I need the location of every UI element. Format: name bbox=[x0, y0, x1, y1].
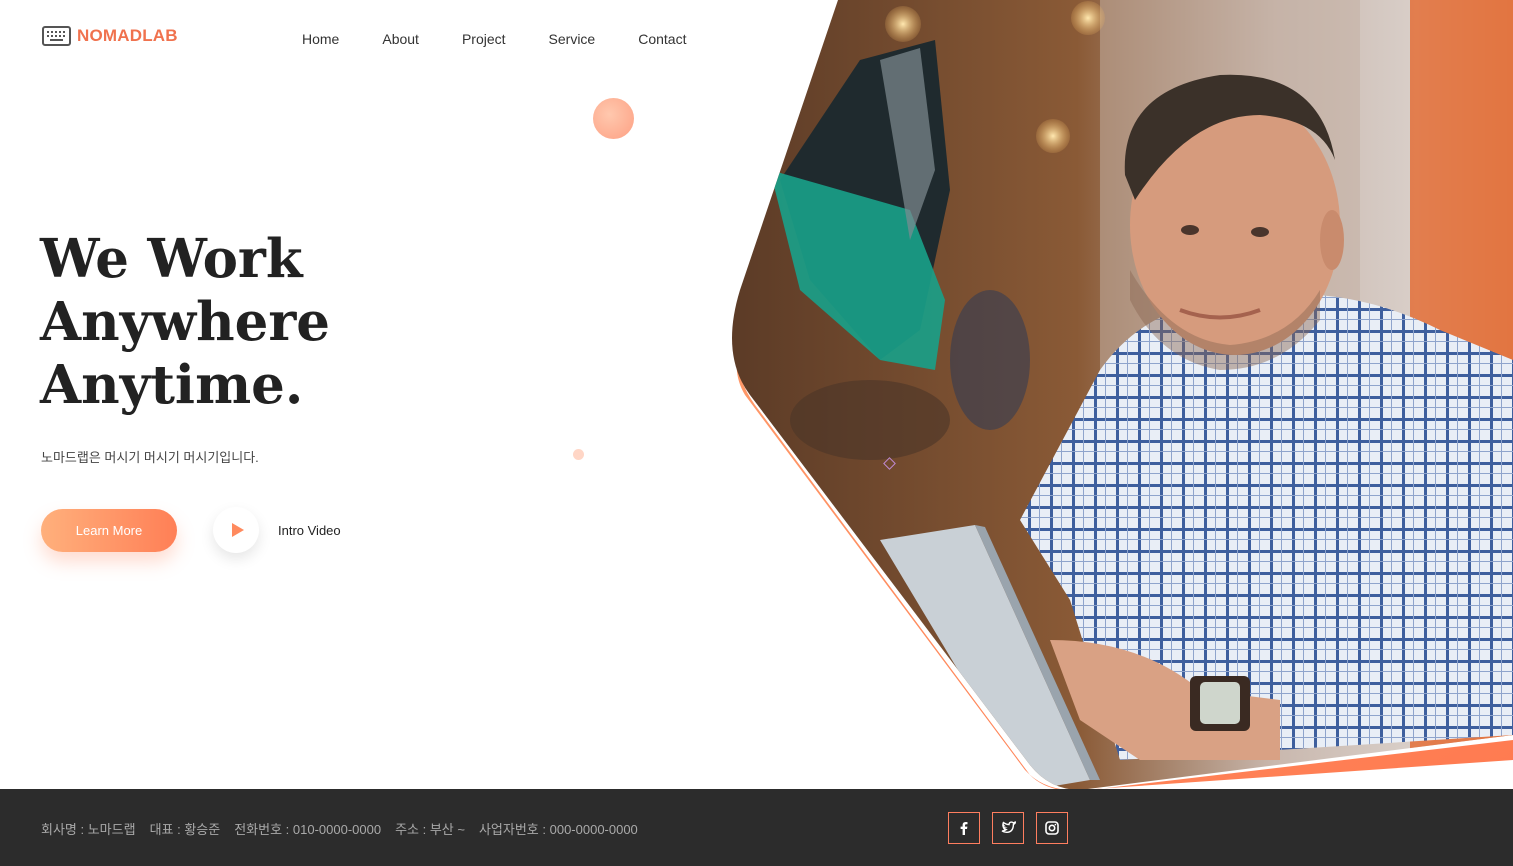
hero-image bbox=[732, 0, 1513, 790]
hero-headline: We Work Anywhere Anytime. bbox=[40, 228, 460, 417]
twitter-icon bbox=[1001, 821, 1016, 834]
hero-tagline: 노마드랩은 머시기 머시기 머시기입니다. bbox=[41, 450, 259, 465]
address: 주소 : 부산 ~ bbox=[395, 822, 465, 837]
decorative-dot bbox=[573, 449, 584, 460]
nav-home[interactable]: Home bbox=[302, 31, 339, 47]
keyboard-icon bbox=[42, 26, 71, 46]
headline-line-3: Anytime. bbox=[40, 354, 304, 416]
footer: 회사명 : 노마드랩 대표 : 황승준 전화번호 : 010-0000-0000… bbox=[0, 789, 1513, 866]
play-icon bbox=[231, 523, 244, 537]
logo[interactable]: NOMADLAB bbox=[42, 26, 178, 46]
learn-more-button[interactable]: Learn More bbox=[41, 509, 177, 552]
nav-contact[interactable]: Contact bbox=[638, 31, 686, 47]
twitter-link[interactable] bbox=[992, 812, 1024, 844]
main-nav: Home About Project Service Contact bbox=[302, 31, 729, 47]
ceo-name: 대표 : 황승준 bbox=[149, 822, 221, 837]
decorative-circle bbox=[593, 98, 634, 139]
company-info: 회사명 : 노마드랩 대표 : 황승준 전화번호 : 010-0000-0000… bbox=[41, 819, 652, 838]
brand-name: NOMADLAB bbox=[77, 26, 178, 45]
instagram-link[interactable] bbox=[1036, 812, 1068, 844]
social-links bbox=[948, 812, 1068, 844]
facebook-icon bbox=[960, 822, 968, 835]
company-name: 회사명 : 노마드랩 bbox=[41, 822, 136, 837]
nav-project[interactable]: Project bbox=[462, 31, 506, 47]
facebook-link[interactable] bbox=[948, 812, 980, 844]
nav-service[interactable]: Service bbox=[549, 31, 596, 47]
headline-line-2: Anywhere bbox=[40, 291, 330, 353]
phone-number: 전화번호 : 010-0000-0000 bbox=[234, 822, 382, 837]
nav-about[interactable]: About bbox=[382, 31, 419, 47]
intro-video-button[interactable] bbox=[213, 507, 259, 553]
intro-video-label[interactable]: Intro Video bbox=[278, 523, 341, 538]
business-number: 사업자번호 : 000-0000-0000 bbox=[478, 822, 638, 837]
instagram-icon bbox=[1045, 821, 1059, 835]
headline-line-1: We Work bbox=[40, 228, 303, 290]
